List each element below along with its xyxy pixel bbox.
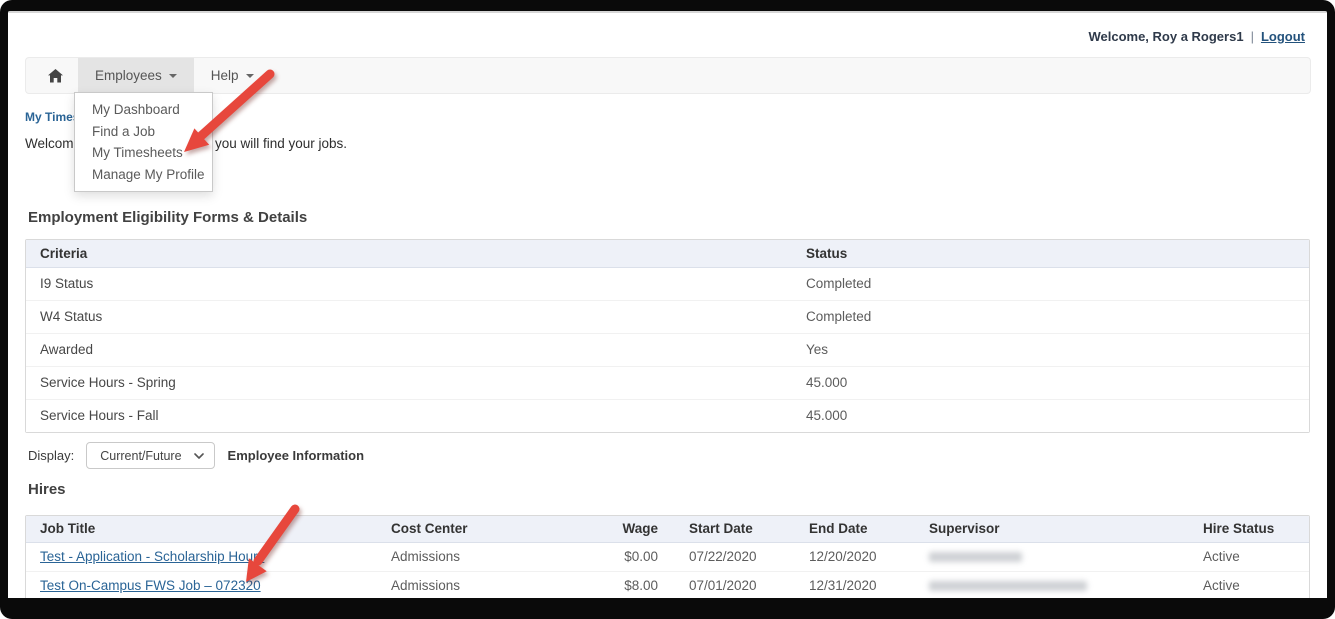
cost-center-cell: Admissions	[377, 543, 586, 571]
nav-item-help[interactable]: Help	[194, 58, 271, 93]
breadcrumb[interactable]: My Times	[25, 110, 79, 124]
criteria-cell: W4 Status	[26, 301, 792, 333]
table-row: Service Hours - Fall 45.000	[26, 400, 1309, 432]
display-label: Display:	[28, 448, 74, 463]
logout-link[interactable]: Logout	[1261, 29, 1305, 44]
column-header-wage: Wage	[586, 516, 675, 542]
menu-item-manage-my-profile[interactable]: Manage My Profile	[75, 164, 212, 186]
table-row: Test - Application - Scholarship Hours A…	[26, 543, 1309, 572]
end-date-cell: 12/31/2020	[795, 572, 915, 599]
job-title-cell: Test - Application - Scholarship Hours	[26, 543, 377, 571]
status-cell: Completed	[792, 301, 1309, 333]
start-date-cell: 07/01/2020	[675, 572, 795, 599]
column-header-criteria: Criteria	[26, 240, 792, 267]
home-button[interactable]	[26, 58, 78, 93]
menu-item-my-dashboard[interactable]: My Dashboard	[75, 99, 212, 121]
status-cell: Yes	[792, 334, 1309, 366]
browser-frame: Welcome, Roy a Rogers1 | Logout Employees …	[0, 0, 1335, 619]
chevron-down-icon	[194, 453, 204, 459]
display-select-value: Current/Future	[100, 449, 181, 463]
column-header-supervisor: Supervisor	[915, 516, 1189, 542]
criteria-cell: I9 Status	[26, 268, 792, 300]
wage-cell: $0.00	[586, 543, 675, 571]
eligibility-table-header: Criteria Status	[26, 240, 1309, 268]
display-filter-bar: Display: Current/Future Employee Informa…	[28, 442, 364, 469]
main-navbar: Employees Help	[25, 57, 1311, 94]
menu-item-my-timesheets[interactable]: My Timesheets	[75, 142, 212, 164]
job-title-cell: Test On-Campus FWS Job – 072320	[26, 572, 377, 599]
welcome-text: Welcome, Roy a Rogers1	[1088, 29, 1243, 44]
end-date-cell: 12/20/2020	[795, 543, 915, 571]
job-title-link[interactable]: Test - Application - Scholarship Hours	[40, 549, 264, 564]
caret-down-icon	[246, 74, 254, 78]
hires-table: Job Title Cost Center Wage Start Date En…	[25, 515, 1310, 598]
page: Welcome, Roy a Rogers1 | Logout Employees …	[8, 11, 1327, 598]
eligibility-section-title: Employment Eligibility Forms & Details	[28, 209, 307, 226]
hires-section-title: Hires	[28, 481, 66, 498]
nav-item-employees[interactable]: Employees	[78, 58, 194, 93]
intro-text-left-fragment: Welcom	[25, 136, 74, 151]
status-cell: Completed	[792, 268, 1309, 300]
supervisor-cell-redacted	[915, 543, 1189, 571]
criteria-cell: Service Hours - Spring	[26, 367, 792, 399]
cost-center-cell: Admissions	[377, 572, 586, 599]
hire-status-cell: Active	[1189, 543, 1309, 571]
intro-text-right-fragment: you will find your jobs.	[215, 136, 347, 151]
separator: |	[1251, 29, 1254, 44]
nav-item-help-label: Help	[211, 68, 239, 83]
supervisor-cell-redacted	[915, 572, 1189, 599]
menu-item-find-a-job[interactable]: Find a Job	[75, 121, 212, 143]
column-header-end-date: End Date	[795, 516, 915, 542]
criteria-cell: Awarded	[26, 334, 792, 366]
table-row: Test On-Campus FWS Job – 072320 Admissio…	[26, 572, 1309, 599]
wage-cell: $8.00	[586, 572, 675, 599]
column-header-job-title: Job Title	[26, 516, 377, 542]
hires-table-header: Job Title Cost Center Wage Start Date En…	[26, 516, 1309, 543]
criteria-cell: Service Hours - Fall	[26, 400, 792, 432]
column-header-hire-status: Hire Status	[1189, 516, 1309, 542]
nav-item-employees-label: Employees	[95, 68, 162, 83]
status-cell: 45.000	[792, 367, 1309, 399]
column-header-cost-center: Cost Center	[377, 516, 586, 542]
hire-status-cell: Active	[1189, 572, 1309, 599]
column-header-start-date: Start Date	[675, 516, 795, 542]
eligibility-table: Criteria Status I9 Status Completed W4 S…	[25, 239, 1310, 433]
table-row: W4 Status Completed	[26, 301, 1309, 334]
employees-dropdown-menu: My Dashboard Find a Job My Timesheets Ma…	[74, 92, 213, 192]
job-title-link[interactable]: Test On-Campus FWS Job – 072320	[40, 578, 261, 593]
table-row: I9 Status Completed	[26, 268, 1309, 301]
column-header-status: Status	[792, 240, 1309, 267]
display-description: Employee Information	[228, 448, 365, 463]
caret-down-icon	[169, 74, 177, 78]
start-date-cell: 07/22/2020	[675, 543, 795, 571]
table-row: Service Hours - Spring 45.000	[26, 367, 1309, 400]
table-row: Awarded Yes	[26, 334, 1309, 367]
home-icon	[48, 69, 63, 83]
status-cell: 45.000	[792, 400, 1309, 432]
display-select[interactable]: Current/Future	[86, 442, 214, 469]
welcome-bar: Welcome, Roy a Rogers1 | Logout	[1088, 29, 1305, 44]
